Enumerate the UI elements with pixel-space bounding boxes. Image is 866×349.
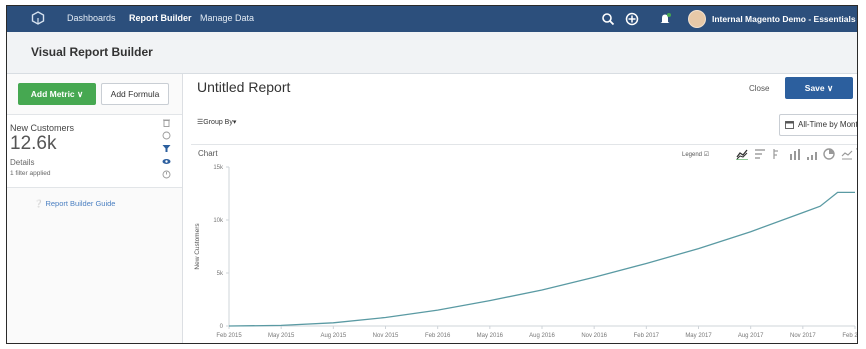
bell-icon[interactable] [658, 12, 672, 26]
x-tick-label: Feb 2016 [425, 333, 451, 339]
group-by-dropdown[interactable]: ☰Group By▾ [197, 118, 236, 126]
x-tick-label: Feb 2015 [216, 333, 242, 339]
eye-icon[interactable] [162, 157, 171, 166]
add-circle-icon[interactable] [625, 12, 639, 26]
account-menu[interactable]: Internal Magento Demo - Essentials ∨ [712, 14, 857, 25]
info-icon: ❔ [34, 199, 44, 208]
search-icon[interactable] [601, 12, 615, 26]
add-metric-button[interactable]: Add Metric ∨ [18, 83, 96, 105]
y-tick-label: 15k [213, 165, 224, 171]
caret-down-icon: ▾ [232, 119, 237, 126]
metric-card[interactable]: New Customers 12.6k Details 1 filter app… [7, 114, 182, 188]
x-tick-label: Nov 2015 [373, 333, 399, 339]
x-tick-label: May 2016 [477, 333, 504, 339]
x-tick-label: May 2015 [268, 333, 295, 339]
nav-report-builder[interactable]: Report Builder [129, 13, 192, 23]
chart-panel: Chart Legend ☑ 0 5k 10k 15k New Customer… [191, 144, 858, 343]
nav-manage-data[interactable]: Manage Data [200, 13, 254, 23]
save-button[interactable]: Save ∨ [785, 77, 853, 99]
x-tick-label: Aug 2015 [320, 333, 346, 339]
close-button[interactable]: Close [749, 84, 769, 93]
report-title[interactable]: Untitled Report [197, 79, 290, 95]
x-tick-label: Feb 2018 [842, 333, 858, 339]
x-tick-label: Aug 2017 [738, 333, 764, 339]
page-title: Visual Report Builder [31, 45, 153, 59]
x-tick-label: Nov 2016 [581, 333, 607, 339]
filter-icon[interactable] [162, 144, 171, 153]
metric-value: 12.6k [10, 133, 57, 154]
copy-icon[interactable] [162, 131, 171, 140]
y-tick-label: 10k [213, 218, 224, 224]
avatar[interactable] [688, 10, 706, 28]
top-nav: Dashboards Report Builder Manage Data In… [7, 6, 857, 32]
clock-icon[interactable] [162, 170, 171, 179]
metric-details-link[interactable]: Details [10, 158, 34, 167]
y-tick-label: 0 [220, 324, 224, 330]
magento-logo-icon[interactable] [31, 11, 45, 25]
line-chart: 0 5k 10k 15k New Customers Feb 2015 May 2015 Au… [194, 165, 858, 339]
report-builder-window: Dashboards Report Builder Manage Data In… [6, 5, 858, 344]
x-tick-label: Feb 2017 [634, 333, 660, 339]
metric-filter-summary: 1 filter applied [10, 170, 51, 177]
add-formula-button[interactable]: Add Formula [101, 83, 169, 105]
y-axis-label: New Customers [194, 223, 201, 270]
nav-dashboards[interactable]: Dashboards [67, 13, 116, 23]
metric-name: New Customers [10, 123, 75, 133]
series-line [228, 191, 855, 327]
page-header: Visual Report Builder [7, 32, 857, 74]
report-builder-guide-link[interactable]: ❔ Report Builder Guide [34, 199, 115, 208]
x-tick-label: May 2017 [685, 333, 712, 339]
x-tick-label: Nov 2017 [790, 333, 816, 339]
y-tick-label: 5k [217, 271, 224, 277]
x-tick-label: Aug 2016 [529, 333, 555, 339]
trash-icon[interactable] [162, 118, 171, 127]
time-range-button[interactable]: All-Time by Month [779, 114, 857, 136]
calendar-icon [785, 121, 794, 129]
metrics-panel: Add Metric ∨ Add Formula New Customers 1… [7, 74, 183, 343]
